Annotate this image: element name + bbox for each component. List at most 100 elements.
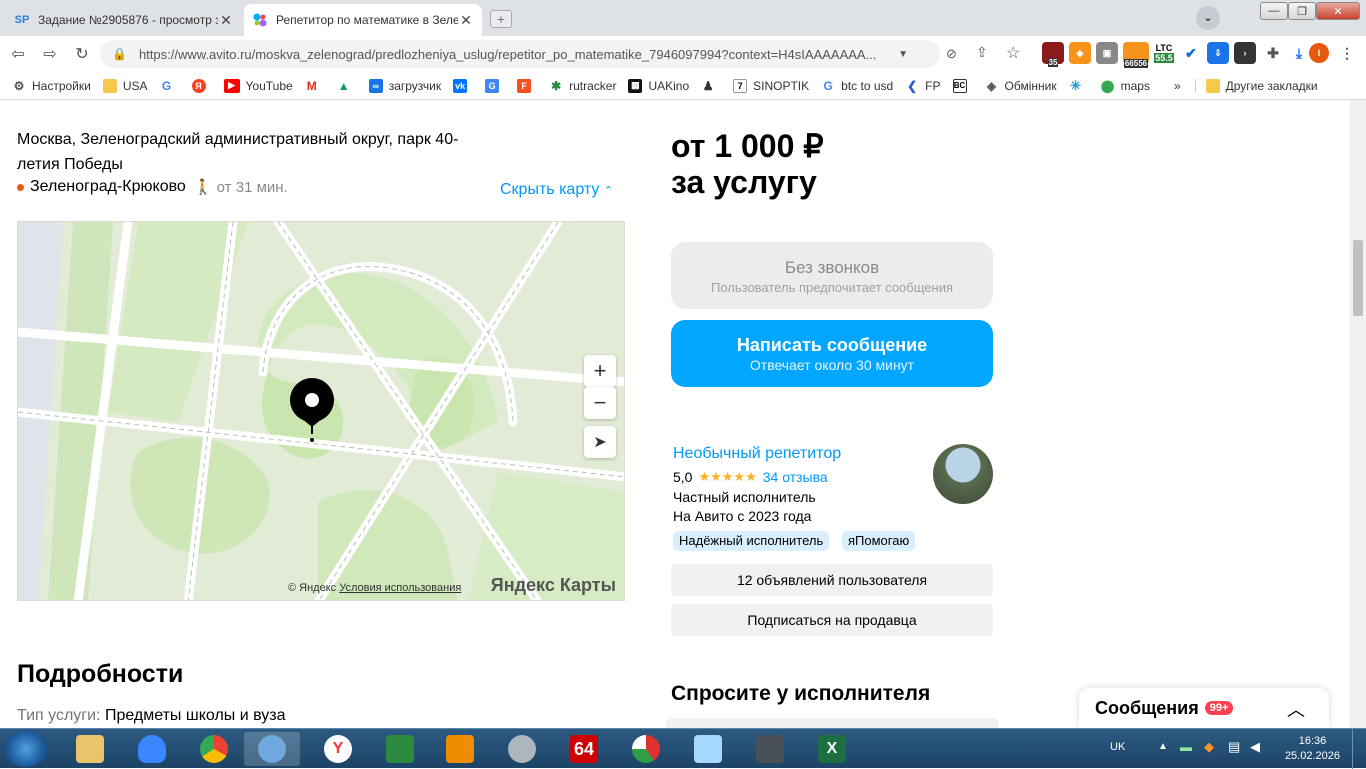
- other-bookmarks[interactable]: Другие закладки: [1194, 78, 1318, 93]
- scrollbar-thumb[interactable]: [1353, 240, 1363, 316]
- dropdown-icon[interactable]: ▼: [898, 49, 908, 60]
- aida64-icon[interactable]: 64: [556, 732, 612, 766]
- page-scrollbar[interactable]: [1350, 100, 1366, 728]
- bookmarks-overflow-icon[interactable]: »: [1174, 79, 1181, 93]
- messages-panel[interactable]: Сообщения 99+ ︿: [1079, 688, 1329, 728]
- pie-app-icon[interactable]: [618, 732, 674, 766]
- puzzle-icon[interactable]: ✚: [1262, 42, 1284, 64]
- address-bar[interactable]: 🔒 https://www.avito.ru/moskva_zelenograd…: [100, 40, 940, 68]
- bookmark-sinoptik[interactable]: 7 SINOPTIK: [733, 78, 809, 93]
- bookmark-bc[interactable]: BC: [952, 78, 973, 93]
- bookmark-btc[interactable]: Gbtc to usd: [821, 79, 893, 93]
- profile-avatar[interactable]: I: [1309, 43, 1329, 63]
- language-indicator[interactable]: UK: [1110, 741, 1125, 753]
- game-icon[interactable]: [372, 732, 428, 766]
- chevron-up-icon[interactable]: ︿: [1287, 696, 1305, 722]
- bookmark-figure[interactable]: ♟: [701, 79, 721, 93]
- close-tab-icon[interactable]: ✕: [458, 12, 474, 29]
- yandex-maps-logo[interactable]: Яндекс Карты: [491, 575, 616, 596]
- yandex-browser-icon[interactable]: Y: [310, 732, 366, 766]
- seller-name-link[interactable]: Необычный репетитор: [673, 445, 841, 463]
- hide-map-link[interactable]: Скрыть карту ⌃: [500, 181, 613, 199]
- download-ext-icon[interactable]: ⇩: [1207, 42, 1229, 64]
- bookmark-f[interactable]: F: [517, 78, 537, 93]
- show-desktop-button[interactable]: [1352, 729, 1366, 769]
- back-icon[interactable]: ⇦: [4, 40, 32, 68]
- tab-task[interactable]: SP Задание №2905876 - просмотр з ✕: [6, 4, 242, 36]
- bookmark-maps[interactable]: ⬤ maps: [1101, 79, 1150, 93]
- bookmark-youtube[interactable]: ▶ YouTube: [223, 78, 293, 93]
- write-message-button[interactable]: Написать сообщение Отвечает около 30 мин…: [671, 320, 993, 387]
- bookmark-vk[interactable]: vk: [453, 78, 473, 93]
- block-icon[interactable]: ⊘: [946, 46, 957, 62]
- new-tab-button[interactable]: +: [490, 10, 512, 28]
- extension-icon[interactable]: 35: [1042, 42, 1064, 67]
- network-icon[interactable]: ▤: [1228, 739, 1240, 755]
- reload-icon[interactable]: ↻: [68, 40, 96, 68]
- tab-avito[interactable]: Репетитор по математике в Зеле ✕: [244, 4, 482, 36]
- bookmark-settings[interactable]: ⚙ Настройки: [12, 79, 91, 93]
- explorer-icon[interactable]: [62, 732, 118, 766]
- bookmark-drive[interactable]: ▲: [337, 79, 357, 93]
- browser-app-icon[interactable]: [244, 732, 300, 766]
- excel-icon[interactable]: X: [804, 732, 860, 766]
- clock-app-icon[interactable]: [494, 732, 550, 766]
- reliable-badge[interactable]: Надёжный исполнитель: [673, 531, 830, 551]
- seller-rating: 5,0 ★★★★★ 34 отзыва: [673, 469, 828, 485]
- bookmark-google[interactable]: G: [160, 79, 180, 93]
- system-clock[interactable]: 16:36 25.02.2026: [1285, 734, 1340, 764]
- notes-icon[interactable]: [680, 732, 736, 766]
- reviews-link[interactable]: 34 отзыва: [763, 469, 828, 485]
- bookmark-yandex[interactable]: Я: [191, 78, 212, 93]
- volume-icon[interactable]: ◀: [1250, 739, 1260, 755]
- subscribe-button[interactable]: Подписаться на продавца: [671, 604, 993, 636]
- yapomogayu-badge[interactable]: яПомогаю: [842, 531, 916, 551]
- zoom-in-button[interactable]: +: [584, 355, 616, 387]
- uakino-icon: ▦: [628, 78, 643, 93]
- battery-icon[interactable]: ▬: [1180, 740, 1192, 754]
- locate-me-icon[interactable]: ➤: [584, 426, 616, 458]
- bookmark-translate[interactable]: G: [485, 78, 505, 93]
- network-alert-icon[interactable]: ◆: [1204, 739, 1214, 755]
- zoom-out-button[interactable]: −: [584, 387, 616, 419]
- bookmark-fp[interactable]: ❮ FP: [905, 79, 940, 93]
- map[interactable]: + − ➤ © Яндекс Условия использования Янд…: [17, 221, 625, 601]
- bookmark-walmart[interactable]: ✳: [1069, 78, 1089, 93]
- share-icon[interactable]: ⇪: [976, 44, 988, 61]
- brave-icon[interactable]: ◆: [1069, 42, 1091, 64]
- forward-icon[interactable]: ⇨: [36, 40, 64, 68]
- monitor-app-icon[interactable]: [742, 732, 798, 766]
- tab-search-icon[interactable]: ⌄: [1196, 6, 1220, 30]
- terminal-ext-icon[interactable]: ›: [1234, 42, 1256, 64]
- close-window-button[interactable]: ✕: [1316, 2, 1360, 20]
- bookmark-usa[interactable]: USA: [102, 78, 148, 93]
- no-calls-button[interactable]: Без звонков Пользователь предпочитает со…: [671, 242, 993, 309]
- map-terms-link[interactable]: Условия использования: [339, 582, 461, 594]
- folder-icon: [102, 78, 117, 93]
- ltc-icon[interactable]: LTC 55.5: [1152, 42, 1176, 64]
- page-content: Москва, Зеленоградский административный …: [0, 100, 1350, 728]
- avito-favicon-icon: [252, 12, 268, 28]
- menu-icon[interactable]: ⋮: [1336, 42, 1358, 64]
- tray-expand-icon[interactable]: ▲: [1158, 741, 1168, 752]
- antivirus-icon[interactable]: [124, 732, 180, 766]
- briefcase-icon[interactable]: ▣: [1096, 42, 1118, 64]
- btc-icon[interactable]: 66556: [1123, 42, 1149, 68]
- v-extension-icon[interactable]: ✔: [1180, 42, 1202, 64]
- bookmark-exchange[interactable]: ◈ Обмінник: [985, 79, 1057, 93]
- bookmark-loader[interactable]: ∞ загрузчик: [368, 78, 441, 93]
- chrome-icon[interactable]: [186, 732, 242, 766]
- close-tab-icon[interactable]: ✕: [218, 12, 234, 29]
- seller-avatar[interactable]: [933, 444, 993, 504]
- address-text: Москва, Зеленоградский административный …: [17, 131, 459, 173]
- downloads-icon[interactable]: ⤓: [1288, 42, 1310, 64]
- minimize-button[interactable]: —: [1260, 2, 1288, 20]
- maximize-button[interactable]: ❐: [1288, 2, 1316, 20]
- bookmark-rutracker[interactable]: ✱ rutracker: [549, 79, 616, 93]
- bookmark-uakino[interactable]: ▦ UAKino: [628, 78, 689, 93]
- media-player-icon[interactable]: [432, 732, 488, 766]
- start-button[interactable]: [4, 731, 48, 767]
- bookmark-gmail[interactable]: M: [305, 79, 325, 93]
- user-listings-button[interactable]: 12 объявлений пользователя: [671, 564, 993, 596]
- bookmark-star-icon[interactable]: ☆: [1006, 43, 1020, 63]
